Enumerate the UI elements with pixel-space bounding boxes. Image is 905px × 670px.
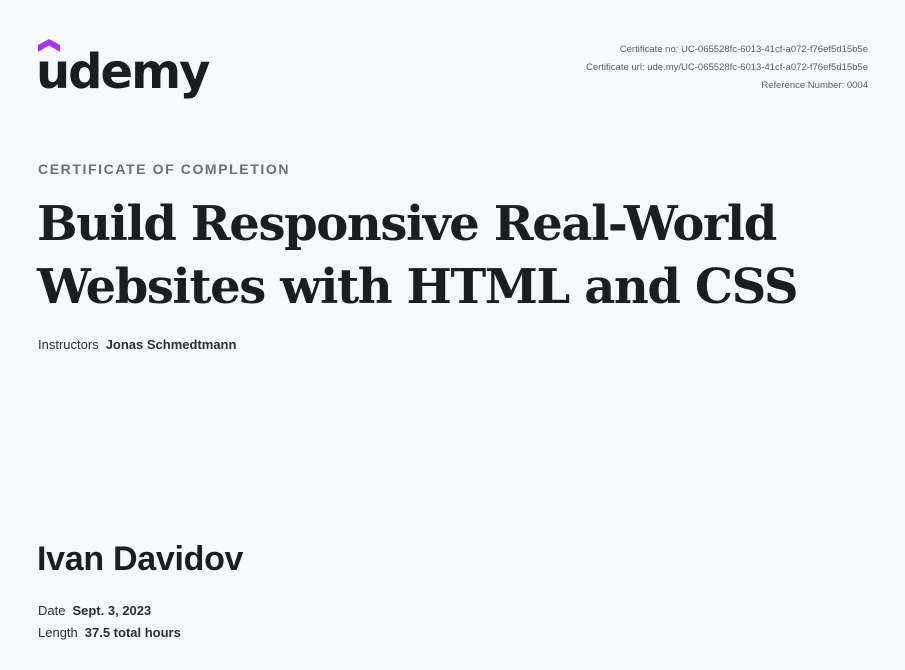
reference-number: Reference Number: 0004: [761, 80, 868, 91]
course-title: Build Responsive Real-World Websites wit…: [37, 193, 887, 319]
date-value: Sept. 3, 2023: [72, 603, 152, 618]
recipient-name: Ivan Davidov: [37, 540, 244, 578]
certificate-number: Certificate no: UC-065528fc-6013-41cf-a0…: [619, 44, 868, 55]
length-label: Length: [38, 625, 78, 640]
instructor-name: Jonas Schmedtmann: [105, 337, 237, 352]
logo-wordmark: udemy: [36, 44, 210, 100]
certificate-details: Date Sept. 3, 2023 Length 37.5 total hours: [38, 600, 181, 644]
length-value: 37.5 total hours: [84, 625, 181, 640]
course-title-line-2: Websites with HTML and CSS: [37, 259, 799, 315]
date-label: Date: [38, 603, 66, 618]
length-row: Length 37.5 total hours: [38, 622, 181, 644]
certificate-eyebrow: CERTIFICATE OF COMPLETION: [38, 161, 291, 177]
course-title-line-1: Build Responsive Real-World: [37, 196, 777, 252]
instructors-line: Instructors Jonas Schmedtmann: [38, 337, 236, 352]
date-row: Date Sept. 3, 2023: [38, 600, 181, 622]
udemy-logo: udemy: [36, 38, 210, 100]
certificate-meta: Certificate no: UC-065528fc-6013-41cf-a0…: [586, 41, 868, 95]
certificate-url: Certificate url: ude.my/UC-065528fc-6013…: [586, 62, 868, 73]
instructors-label: Instructors: [38, 337, 99, 352]
